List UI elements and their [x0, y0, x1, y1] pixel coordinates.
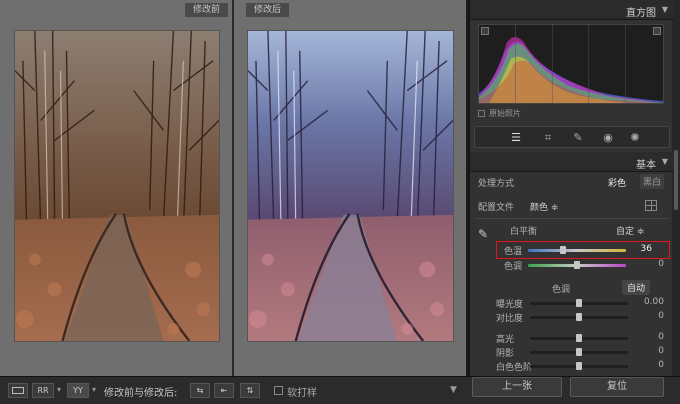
whites-value[interactable]: 0 [658, 360, 664, 370]
shadows-value[interactable]: 0 [658, 346, 664, 356]
healing-brush-icon[interactable]: ✎ [571, 131, 585, 145]
tone-section-label: 色调 [552, 285, 571, 295]
copy-after-to-before-button[interactable]: ⇤ [214, 383, 234, 398]
soft-proofing-checkbox[interactable] [274, 386, 283, 395]
tint-slider[interactable] [528, 261, 626, 269]
whites-slider[interactable] [530, 362, 628, 370]
whites-row: 白色色阶 0 [470, 360, 674, 374]
reset-button[interactable]: 复位 [570, 377, 664, 397]
crop-icon[interactable]: ⌗ [541, 131, 555, 145]
before-photo[interactable] [14, 30, 220, 342]
contrast-value[interactable]: 0 [658, 311, 664, 321]
exposure-row: 曝光度 0.00 [470, 297, 674, 311]
before-pane: 修改前 [0, 0, 232, 376]
rr-dropdown-caret[interactable]: ▾ [57, 385, 61, 394]
shadow-clipping-indicator[interactable] [481, 27, 489, 35]
exposure-slider-knob[interactable] [576, 299, 582, 307]
develop-tool-strip: ☰ ⌗ ✎ ◉ ✺ [474, 126, 670, 148]
original-photo-label: 原始照片 [489, 109, 521, 118]
exposure-value[interactable]: 0.00 [644, 297, 664, 307]
divider [474, 218, 670, 219]
tint-row: 色调 0 [470, 259, 674, 273]
after-label: 修改后 [246, 3, 290, 17]
highlights-slider-knob[interactable] [576, 334, 582, 342]
shadows-row: 阴影 0 [470, 346, 674, 360]
treatment-row: 处理方式 彩色 黑白 [470, 174, 674, 190]
basic-title: 基本 [636, 160, 656, 171]
loupe-icon [12, 387, 24, 394]
exposure-label: 曝光度 [496, 300, 524, 310]
rr-view-button[interactable]: RR [32, 383, 54, 398]
copy-before-to-after-button[interactable]: ⇆ [190, 383, 210, 398]
contrast-slider-knob[interactable] [576, 313, 582, 321]
sliders-icon[interactable]: ☰ [509, 131, 523, 145]
shadows-slider[interactable] [530, 348, 628, 356]
tint-value[interactable]: 0 [658, 259, 664, 269]
profile-row: 配置文件 颜色 ≑ [470, 200, 674, 214]
contrast-row: 对比度 0 [470, 311, 674, 325]
panel-scroll-thumb[interactable] [674, 150, 678, 210]
tint-label: 色调 [504, 262, 523, 272]
shadows-slider-knob[interactable] [576, 348, 582, 356]
red-eye-icon[interactable]: ◉ [601, 131, 615, 145]
highlights-label: 高光 [496, 335, 515, 345]
previous-button[interactable]: 上一张 [472, 377, 562, 397]
swap-before-after-button[interactable]: ⇅ [240, 383, 260, 398]
yy-dropdown-caret[interactable]: ▾ [92, 385, 96, 394]
whites-slider-knob[interactable] [576, 362, 582, 370]
after-pane: 修改后 [234, 0, 466, 376]
profile-select[interactable]: 颜色 ≑ [530, 200, 558, 213]
highlights-value[interactable]: 0 [658, 332, 664, 342]
highlights-row: 高光 0 [470, 332, 674, 346]
highlight-clipping-indicator[interactable] [653, 27, 661, 35]
tint-slider-knob[interactable] [574, 261, 580, 269]
temperature-highlight-box [496, 241, 670, 259]
treatment-color-button[interactable]: 彩色 [608, 176, 626, 189]
before-label: 修改前 [184, 3, 228, 17]
white-balance-row: 白平衡 自定 ≑ [470, 224, 674, 238]
profile-browser-grid-icon[interactable] [645, 200, 657, 211]
loupe-view-button[interactable] [8, 383, 28, 398]
collapse-arrow-icon[interactable]: ▼ [662, 157, 668, 166]
collapse-arrow-icon[interactable]: ▼ [662, 5, 668, 14]
after-photo-image [248, 31, 453, 341]
after-photo[interactable] [247, 30, 454, 342]
shadows-label: 阴影 [496, 349, 515, 359]
before-after-view: 修改前 修改后 [0, 0, 466, 376]
histogram [478, 24, 664, 104]
treatment-label: 处理方式 [478, 179, 515, 189]
develop-right-panel: 直方图 ▼ 原始照片 ☰ ⌗ ✎ ◉ ✺ 基本 ▼ 处理方式 彩色 黑白 配置文… [468, 0, 680, 376]
highlights-slider[interactable] [530, 334, 628, 342]
graduated-filter-icon[interactable]: ✺ [628, 131, 642, 145]
compare-mode-label: 修改前与修改后: [104, 388, 178, 399]
histogram-title: 直方图 [626, 8, 656, 19]
treatment-bw-button[interactable]: 黑白 [640, 174, 665, 189]
toolbar-menu-arrow-icon[interactable]: ▼ [450, 385, 457, 395]
histogram-graph [479, 25, 663, 103]
histogram-panel-header[interactable]: 直方图 ▼ [470, 0, 674, 20]
white-balance-label: 白平衡 [510, 227, 538, 237]
white-balance-select[interactable]: 自定 ≑ [616, 224, 644, 237]
yy-view-button[interactable]: YY [67, 383, 89, 398]
soft-proofing-label: 软打样 [287, 388, 317, 399]
contrast-slider[interactable] [530, 313, 628, 321]
profile-label: 配置文件 [478, 203, 515, 213]
exposure-slider[interactable] [530, 299, 628, 307]
basic-panel-header[interactable]: 基本 ▼ [470, 152, 674, 172]
original-photo-checkbox[interactable] [478, 110, 485, 117]
contrast-label: 对比度 [496, 314, 524, 324]
before-photo-image [15, 31, 219, 341]
whites-label: 白色色阶 [496, 363, 533, 373]
auto-tone-button[interactable]: 自动 [622, 280, 651, 295]
